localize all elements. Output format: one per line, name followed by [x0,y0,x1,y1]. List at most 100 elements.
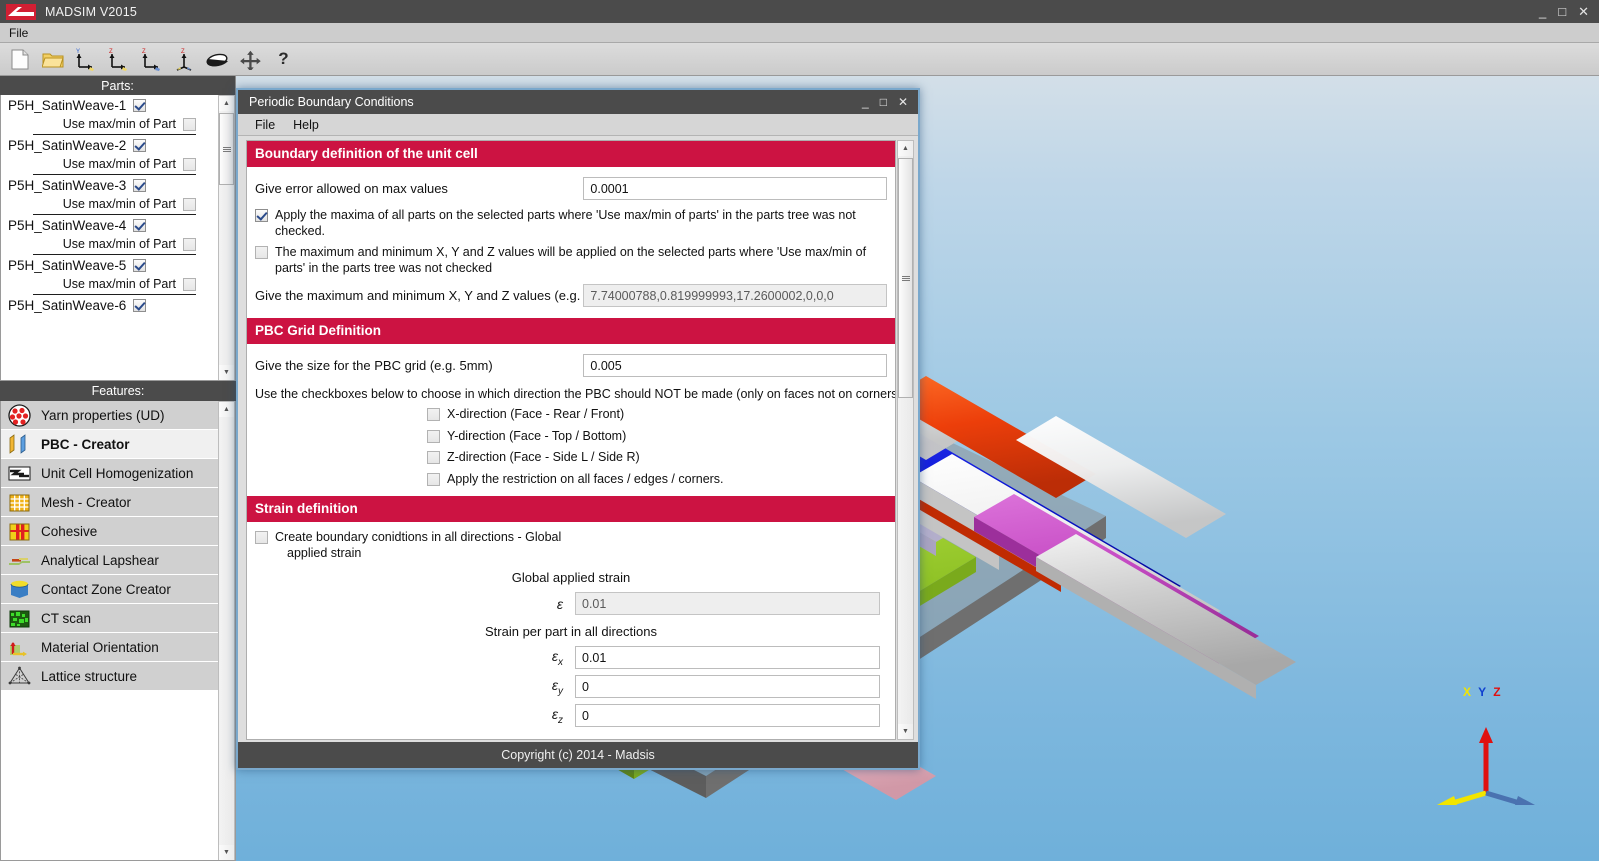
section-heading-boundary-definition: Boundary definition of the unit cell [247,141,895,167]
part-maxmin-checkbox[interactable] [183,197,196,211]
axis-xy-icon[interactable]: Y [72,46,99,73]
part-checkbox[interactable] [133,99,147,112]
apply-maxima-checkbox[interactable] [255,209,268,222]
pan-move-icon[interactable] [237,46,264,73]
dialog-scroll-thumb[interactable] [898,158,913,398]
part-maxmin-row[interactable]: Use max/min of Part [33,155,196,175]
strain-y-input[interactable]: 0 [575,675,880,698]
part-maxmin-row[interactable]: Use max/min of Part [33,235,196,255]
features-scroll-down-arrow[interactable]: ▼ [219,845,234,860]
parts-list[interactable]: P5H_SatinWeave-1 Use max/min of Part P5H… [0,95,236,381]
parts-scroll-up-arrow[interactable]: ▲ [219,96,234,111]
part-name-row[interactable]: P5H_SatinWeave-6 [7,295,229,315]
left-sidebar: Parts: P5H_SatinWeave-1 Use max/min of P… [0,76,236,861]
part-label: P5H_SatinWeave-5 [8,258,127,273]
dialog-scroll-up-arrow[interactable]: ▲ [898,141,913,156]
part-item[interactable]: P5H_SatinWeave-5 Use max/min of Part [1,255,235,295]
part-checkbox[interactable] [133,219,147,232]
close-button[interactable]: ✕ [1578,5,1589,18]
part-item[interactable]: P5H_SatinWeave-1 Use max/min of Part [1,95,235,135]
pbc-y-direction-checkbox[interactable] [427,429,440,443]
dialog-title-bar[interactable]: Periodic Boundary Conditions _ □ ✕ [238,90,918,114]
apply-maxima-row[interactable]: Apply the maxima of all parts on the sel… [247,205,895,242]
new-file-icon[interactable] [6,46,33,73]
global-strain-input[interactable]: 0.01 [575,592,880,615]
feature-item-mesh-creator[interactable]: Mesh - Creator [1,488,220,517]
dialog-scroll-down-arrow[interactable]: ▼ [898,724,913,739]
pbc-direction-note: Use the checkboxes below to choose in wh… [255,387,896,401]
strain-z-input[interactable]: 0 [575,704,880,727]
part-maxmin-row[interactable]: Use max/min of Part [33,195,196,215]
features-list[interactable]: Yarn properties (UD) PBC - Creator Unit … [0,401,236,861]
part-checkbox[interactable] [133,259,147,272]
pbc-all-faces-row[interactable]: Apply the restriction on all faces / edg… [247,469,895,491]
pbc-z-direction-checkbox[interactable] [427,451,440,465]
pbc-grid-size-input[interactable]: 0.005 [583,354,887,377]
part-maxmin-row[interactable]: Use max/min of Part [33,115,196,135]
part-name-row[interactable]: P5H_SatinWeave-5 [7,255,229,275]
feature-label: Lattice structure [41,668,138,684]
features-scrollbar[interactable]: ▲ ▼ [218,401,235,860]
feature-label: CT scan [41,610,92,626]
help-question-icon[interactable]: ? [270,46,297,73]
menu-item-file[interactable]: File [0,24,37,42]
part-name-row[interactable]: P5H_SatinWeave-1 [7,95,229,115]
dialog-menu-item-help[interactable]: Help [284,116,328,134]
parts-scroll-thumb[interactable] [219,113,234,185]
open-folder-icon[interactable] [39,46,66,73]
part-item[interactable]: P5H_SatinWeave-6 [1,295,235,315]
part-name-row[interactable]: P5H_SatinWeave-3 [7,175,229,195]
feature-item-contact-zone-creator[interactable]: Contact Zone Creator [1,575,220,604]
strain-x-input[interactable]: 0.01 [575,646,880,669]
feature-label: Mesh - Creator [41,494,132,510]
part-checkbox[interactable] [133,299,147,312]
part-maxmin-checkbox[interactable] [183,117,196,131]
feature-item-cohesive[interactable]: Cohesive [1,517,220,546]
mesh-grid-icon [7,491,32,514]
part-maxmin-row[interactable]: Use max/min of Part [33,275,196,295]
part-maxmin-checkbox[interactable] [183,277,196,291]
axis-zy-icon[interactable]: Z [138,46,165,73]
axis-iso-icon[interactable]: Z [171,46,198,73]
error-allowed-input[interactable]: 0.0001 [583,177,887,200]
feature-item-pbc-creator[interactable]: PBC - Creator [1,430,220,459]
feature-item-material-orientation[interactable]: Material Orientation [1,633,220,662]
part-item[interactable]: P5H_SatinWeave-2 Use max/min of Part [1,135,235,175]
create-bc-checkbox[interactable] [255,531,268,544]
axis-zx-icon[interactable]: Z [105,46,132,73]
feature-item-analytical-lapshear[interactable]: Analytical Lapshear [1,546,220,575]
minmax-values-row[interactable]: The maximum and minimum X, Y and Z value… [247,242,895,279]
part-name-row[interactable]: P5H_SatinWeave-2 [7,135,229,155]
dialog-scrollbar[interactable]: ▲ ▼ [897,140,914,740]
parts-scroll-down-arrow[interactable]: ▼ [219,365,234,380]
pbc-all-faces-checkbox[interactable] [427,472,440,486]
part-maxmin-checkbox[interactable] [183,157,196,171]
minmax-values-checkbox[interactable] [255,246,268,259]
pbc-x-direction-checkbox[interactable] [427,408,440,422]
feature-item-lattice-structure[interactable]: Lattice structure [1,662,220,691]
pbc-z-direction-row[interactable]: Z-direction (Face - Side L / Side R) [247,447,895,469]
part-name-row[interactable]: P5H_SatinWeave-4 [7,215,229,235]
dialog-maximize-button[interactable]: □ [880,95,887,109]
part-maxmin-checkbox[interactable] [183,237,196,251]
part-item[interactable]: P5H_SatinWeave-3 Use max/min of Part [1,175,235,215]
dialog-title: Periodic Boundary Conditions [249,95,414,109]
dialog-minimize-button[interactable]: _ [862,95,869,109]
feature-item-yarn-properties[interactable]: Yarn properties (UD) [1,401,220,430]
pbc-y-direction-row[interactable]: Y-direction (Face - Top / Bottom) [247,426,895,448]
xyz-values-input[interactable]: 7.74000788,0.819999993,17.2600002,0,0,0 [583,284,887,307]
parts-scrollbar[interactable]: ▲ ▼ [218,95,235,380]
minimize-button[interactable]: _ [1539,5,1546,18]
feature-item-unit-cell-homogenization[interactable]: Unit Cell Homogenization [1,459,220,488]
part-checkbox[interactable] [133,139,147,152]
rotate-icon[interactable] [204,46,231,73]
dialog-menu-item-file[interactable]: File [246,116,284,134]
pbc-x-direction-row[interactable]: X-direction (Face - Rear / Front) [247,404,895,426]
part-checkbox[interactable] [133,179,147,192]
create-bc-row[interactable]: Create boundary conidtions in all direct… [247,527,895,564]
feature-item-ct-scan[interactable]: CT scan [1,604,220,633]
dialog-close-button[interactable]: ✕ [898,95,908,109]
features-scroll-up-arrow[interactable]: ▲ [219,402,234,417]
maximize-button[interactable]: □ [1558,5,1566,18]
part-item[interactable]: P5H_SatinWeave-4 Use max/min of Part [1,215,235,255]
